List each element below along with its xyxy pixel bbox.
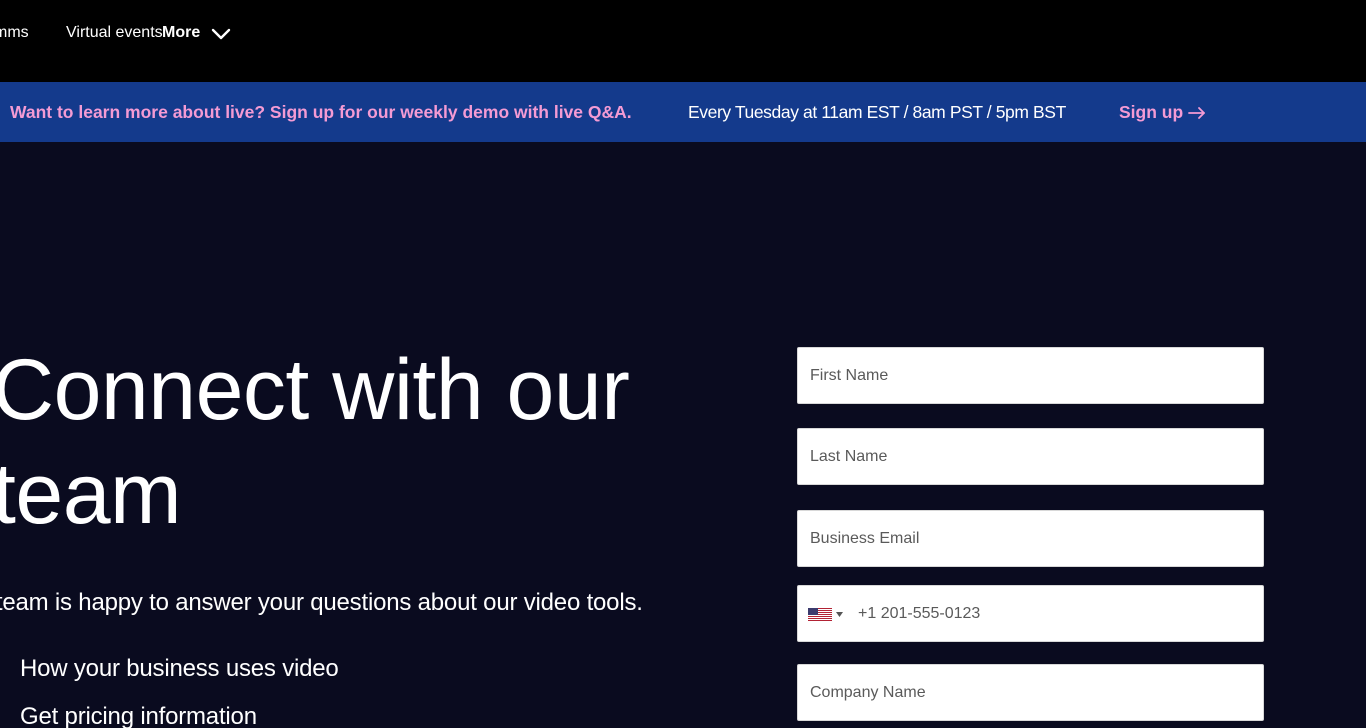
caret-down-icon: [836, 612, 843, 617]
banner-signup-link[interactable]: Sign up: [1119, 102, 1207, 122]
phone-field[interactable]: [858, 586, 1253, 641]
company-name-field-wrapper: [797, 664, 1264, 721]
page-title: Connect with our team: [0, 342, 630, 542]
hero-benefits-list: How your business uses video Get pricing…: [20, 654, 339, 728]
country-code-select[interactable]: [808, 605, 850, 623]
business-email-field[interactable]: [810, 511, 1250, 566]
phone-field-wrapper: [797, 585, 1264, 642]
banner-promo-text: Want to learn more about live? Sign up f…: [10, 102, 632, 122]
first-name-field[interactable]: [810, 348, 1250, 403]
last-name-field[interactable]: [810, 429, 1250, 484]
top-navigation: mms Virtual events More: [0, 0, 1366, 82]
hero-subtitle-text: Our team is happy to answer your questio…: [0, 589, 643, 616]
nav-item-virtual-events[interactable]: Virtual events: [66, 24, 163, 42]
nav-item-comms[interactable]: mms: [0, 24, 29, 42]
banner-signup-label: Sign up: [1119, 102, 1184, 122]
us-flag-icon: [808, 608, 832, 621]
list-item: How your business uses video: [20, 655, 339, 682]
chevron-down-icon[interactable]: [210, 26, 232, 42]
first-name-field-wrapper: [797, 347, 1264, 404]
business-email-field-wrapper: [797, 510, 1264, 567]
banner-schedule-text: Every Tuesday at 11am EST / 8am PST / 5p…: [688, 102, 1066, 122]
arrow-right-icon: [1188, 107, 1206, 120]
last-name-field-wrapper: [797, 428, 1264, 485]
company-name-field[interactable]: [810, 665, 1250, 720]
hero-subtitle: Our team is happy to answer your questio…: [0, 588, 643, 618]
page: mms Virtual events More Want to learn mo…: [0, 0, 1366, 728]
announcement-banner: Want to learn more about live? Sign up f…: [0, 82, 1366, 142]
list-item: Get pricing information: [20, 703, 257, 728]
nav-more-button[interactable]: More: [162, 24, 200, 42]
